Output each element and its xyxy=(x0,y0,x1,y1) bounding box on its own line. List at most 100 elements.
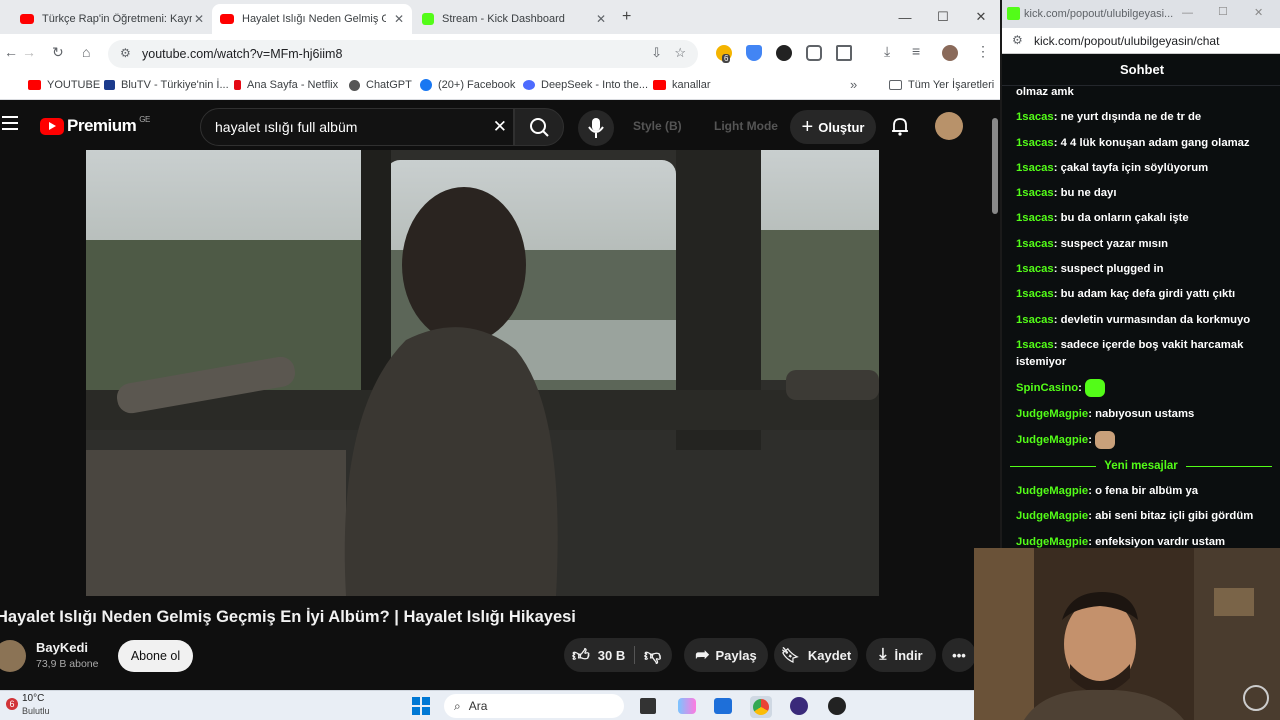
plus-icon: + xyxy=(801,115,814,138)
chat-message: 1sacas: 4 4 lük konuşan adam gang olamaz xyxy=(1016,136,1250,149)
chat-username[interactable]: 1sacas xyxy=(1016,314,1054,326)
bookmark-item[interactable]: (20+) Facebook xyxy=(420,79,515,91)
channel-name[interactable]: BayKedi xyxy=(36,640,88,655)
close-window-icon[interactable]: ✕ xyxy=(962,9,1000,25)
hex-extension-icon[interactable] xyxy=(776,45,792,61)
bookmark-item[interactable]: BluTV - Türkiye'nin İ... xyxy=(104,79,229,91)
chat-message: 1sacas: ne yurt dışında ne de tr de xyxy=(1016,111,1202,124)
new-tab-button[interactable]: + xyxy=(622,8,631,26)
site-settings-icon[interactable]: ⚙ xyxy=(1012,33,1023,47)
video-frame xyxy=(86,150,879,596)
create-button[interactable]: + Oluştur xyxy=(790,110,876,144)
chat-username[interactable]: 1sacas xyxy=(1016,263,1054,275)
minimize-icon[interactable]: — xyxy=(1182,7,1193,19)
screen-icon[interactable] xyxy=(806,45,822,61)
light-mode-toggle[interactable]: Light Mode xyxy=(714,119,778,133)
tab-hayalet[interactable]: Hayalet Islığı Neden Gelmiş Geç ✕ xyxy=(212,4,412,34)
chat-username[interactable]: 1sacas xyxy=(1016,162,1054,174)
chat-username[interactable]: JudgeMagpie xyxy=(1016,434,1088,446)
chat-username[interactable]: 1sacas xyxy=(1016,187,1054,199)
outlook-icon[interactable] xyxy=(714,698,732,714)
maximize-icon[interactable]: ☐ xyxy=(1218,5,1228,18)
site-settings-icon[interactable]: ⚙ xyxy=(120,46,131,60)
media-icon[interactable]: ≡ xyxy=(912,43,920,59)
download-icon[interactable]: ⤓ xyxy=(884,43,890,60)
menu-icon[interactable]: ⋮ xyxy=(976,43,990,60)
bookmark-item[interactable]: kanallar xyxy=(653,79,711,91)
tab-kick[interactable]: Stream - Kick Dashboard ✕ xyxy=(414,4,614,34)
chrome-active-icon[interactable] xyxy=(750,696,772,718)
maximize-icon[interactable]: ☐ xyxy=(924,9,962,25)
bookmark-item[interactable]: DeepSeek - Into the... xyxy=(523,79,648,91)
kick-icon xyxy=(1007,7,1020,20)
channel-avatar[interactable] xyxy=(0,640,26,672)
bookmark-star-icon[interactable]: ☆ xyxy=(674,45,686,61)
task-view-icon[interactable] xyxy=(640,698,656,714)
chat-username[interactable]: JudgeMagpie xyxy=(1016,408,1088,420)
minimize-icon[interactable]: — xyxy=(886,10,924,25)
bookmark-item[interactable]: YOUTUBE xyxy=(28,79,100,91)
chat-username[interactable]: 1sacas xyxy=(1016,238,1054,250)
close-window-icon[interactable]: ✕ xyxy=(1254,6,1263,19)
taskbar-search[interactable]: ⌕ Ara xyxy=(444,694,624,718)
popout-address[interactable]: ⚙ kick.com/popout/ulubilgeyasin/chat xyxy=(1002,28,1280,54)
chat-username[interactable]: 1sacas xyxy=(1016,111,1054,123)
all-bookmarks[interactable]: Tüm Yer İşaretleri xyxy=(889,79,994,91)
video-player[interactable] xyxy=(86,150,879,596)
chat-username[interactable]: JudgeMagpie xyxy=(1016,485,1088,497)
home-icon[interactable]: ⌂ xyxy=(82,44,90,60)
app-icon[interactable] xyxy=(828,697,846,715)
close-icon[interactable]: ✕ xyxy=(394,12,404,26)
microphone-icon xyxy=(588,118,604,138)
more-actions-button[interactable]: ••• xyxy=(942,638,976,672)
like-count[interactable]: 30 B xyxy=(598,648,625,663)
bookmark-label: ChatGPT xyxy=(366,79,412,91)
bookmark-label: (20+) Facebook xyxy=(438,79,516,91)
scrollbar-thumb[interactable] xyxy=(992,118,998,214)
like-icon[interactable]: 👍︎ xyxy=(572,645,590,666)
dislike-icon[interactable]: 👎︎ xyxy=(644,645,661,666)
chat-username[interactable]: 1sacas xyxy=(1016,288,1054,300)
profile-avatar[interactable] xyxy=(942,45,958,61)
chat-message: 1sacas: suspect plugged in xyxy=(1016,263,1164,276)
copilot-icon[interactable] xyxy=(678,698,696,714)
notifications-bell-icon[interactable] xyxy=(890,116,910,136)
close-icon[interactable]: ✕ xyxy=(194,12,204,26)
bookmark-item[interactable]: ChatGPT xyxy=(349,79,412,91)
bookmark-item[interactable]: Ana Sayfa - Netflix xyxy=(234,79,338,91)
reload-icon[interactable]: ↻ xyxy=(52,44,64,61)
save-button[interactable]: 🔖︎ Kaydet xyxy=(774,638,858,672)
weather-temp[interactable]: 10°C xyxy=(22,693,44,704)
close-icon[interactable]: ✕ xyxy=(596,12,606,26)
subscribe-button[interactable]: Abone ol xyxy=(118,640,193,672)
clear-search-icon[interactable]: ✕ xyxy=(493,117,507,137)
chat-username[interactable]: SpinCasino xyxy=(1016,382,1078,394)
voice-search-button[interactable] xyxy=(578,110,614,146)
chat-username[interactable]: JudgeMagpie xyxy=(1016,536,1088,548)
hamburger-menu-icon[interactable] xyxy=(2,116,18,130)
share-button[interactable]: ➦ Paylaş xyxy=(684,638,768,672)
account-avatar[interactable] xyxy=(935,112,963,140)
install-icon[interactable]: ⇩ xyxy=(651,45,662,61)
puzzle-icon[interactable] xyxy=(836,45,852,61)
windows-start-icon[interactable] xyxy=(412,697,430,715)
style-toggle[interactable]: Style (B) xyxy=(633,119,682,133)
chat-username[interactable]: JudgeMagpie xyxy=(1016,510,1088,522)
more-bookmarks-icon[interactable]: » xyxy=(850,77,857,92)
forward-icon[interactable]: → xyxy=(22,44,36,60)
region-code: GE xyxy=(139,114,150,124)
app-icon[interactable] xyxy=(790,697,808,715)
search-input[interactable]: hayalet ıslığı full albüm ✕ xyxy=(200,108,514,146)
save-label: Kaydet xyxy=(807,647,852,663)
youtube-premium-logo[interactable]: Premium GE xyxy=(40,114,150,136)
new-messages-label: Yeni mesajlar xyxy=(1104,460,1178,472)
back-icon[interactable]: ← xyxy=(4,44,18,60)
chat-username[interactable]: 1sacas xyxy=(1016,339,1054,351)
address-input[interactable]: ⚙ youtube.com/watch?v=MFm-hj6iim8 ⇩ ☆ xyxy=(108,40,698,68)
tab-kayra[interactable]: Türkçe Rap'in Öğretmeni: Kayra ✕ xyxy=(12,4,212,34)
chat-username[interactable]: 1sacas xyxy=(1016,137,1054,149)
search-button[interactable] xyxy=(514,108,564,146)
download-button[interactable]: ⤓ İndir xyxy=(866,638,936,672)
chat-username[interactable]: 1sacas xyxy=(1016,212,1054,224)
shield-extension-icon[interactable] xyxy=(746,45,762,61)
